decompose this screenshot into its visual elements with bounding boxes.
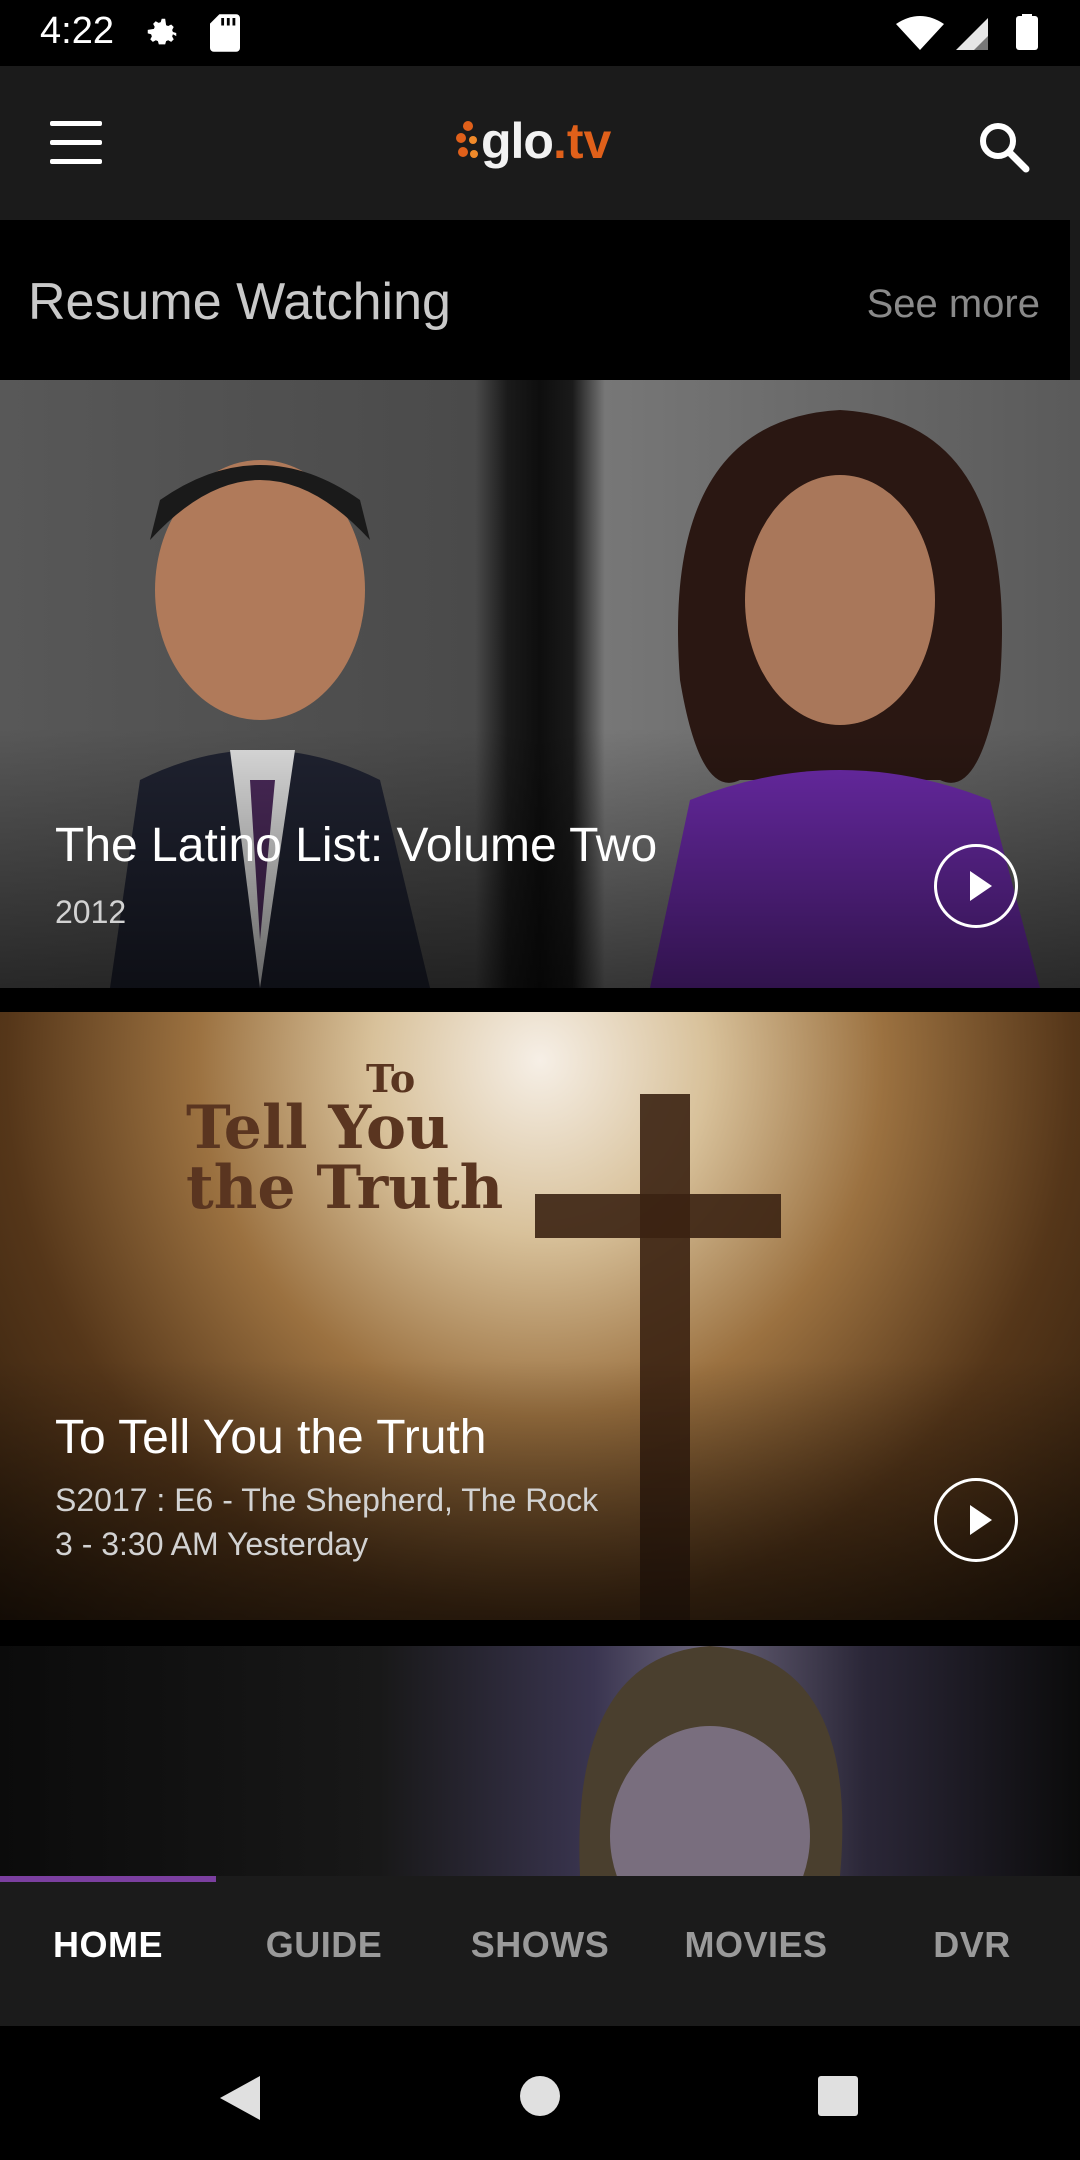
card-year: 2012 — [55, 894, 127, 930]
card-title: The Latino List: Volume Two — [55, 819, 658, 872]
tab-home[interactable]: HOME — [0, 1924, 216, 1966]
thumbnail-title-art: To Tell You the Truth — [186, 1056, 504, 1223]
status-time: 4:22 — [40, 10, 114, 52]
system-navigation-bar — [0, 2026, 1080, 2160]
status-bar: 4:22 — [0, 0, 1080, 66]
wifi-icon — [896, 16, 944, 50]
see-more-link[interactable]: See more — [867, 282, 1040, 327]
card-episode-info: S2017 : E6 - The Shepherd, The Rock 3 - … — [55, 1478, 598, 1566]
resume-watching-header: Resume Watching See more — [0, 220, 1080, 380]
tab-movies[interactable]: MOVIES — [648, 1924, 864, 1966]
logo-dot: . — [552, 113, 567, 169]
resume-card[interactable]: To Tell You the Truth To Tell You the Tr… — [0, 1012, 1080, 1620]
logo-text: glo — [481, 113, 554, 169]
back-icon — [220, 2076, 260, 2120]
card-title: To Tell You the Truth — [55, 1411, 487, 1464]
status-icons — [896, 14, 1044, 59]
bottom-tab-bar: HOME GUIDE SHOWS MOVIES DVR — [0, 1876, 1080, 2026]
menu-button[interactable] — [50, 121, 104, 165]
sd-card-icon — [210, 14, 240, 57]
tab-shows[interactable]: SHOWS — [432, 1924, 648, 1966]
section-title: Resume Watching — [28, 273, 451, 331]
tab-dvr[interactable]: DVR — [864, 1924, 1080, 1966]
airing-time: 3 - 3:30 AM Yesterday — [55, 1526, 369, 1562]
play-button[interactable] — [934, 844, 1018, 928]
menu-icon — [50, 121, 102, 126]
app-logo: glo. tv — [455, 111, 611, 171]
play-button[interactable] — [934, 1478, 1018, 1562]
resume-card[interactable] — [0, 1646, 1080, 1876]
battery-icon — [1016, 16, 1038, 50]
flame-icon — [456, 121, 478, 158]
recents-button[interactable] — [818, 2076, 858, 2116]
home-button[interactable] — [520, 2076, 560, 2116]
app-bar: glo. tv — [0, 66, 1080, 220]
thumbnail-image — [579, 1646, 843, 1876]
episode-label: S2017 : E6 - The Shepherd, The Rock — [55, 1482, 599, 1518]
search-icon — [980, 123, 1030, 173]
tab-guide[interactable]: GUIDE — [216, 1924, 432, 1966]
settings-icon — [143, 14, 181, 57]
logo-suffix: tv — [566, 113, 612, 169]
active-tab-indicator — [0, 1876, 216, 1882]
search-button[interactable] — [976, 119, 1032, 175]
back-button[interactable] — [218, 2074, 262, 2127]
home-content[interactable]: Resume Watching See more The Latino List… — [0, 220, 1080, 1876]
resume-card[interactable]: The Latino List: Volume Two 2012 — [0, 380, 1080, 988]
